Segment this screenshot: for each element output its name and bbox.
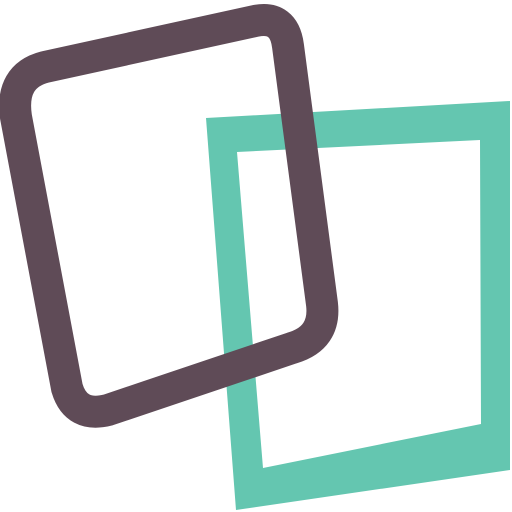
overlapping-frames-logo-icon: [0, 4, 510, 510]
teal-square-frame: [206, 101, 510, 510]
dark-rounded-frame: [0, 4, 339, 428]
logo-canvas: [0, 0, 512, 512]
